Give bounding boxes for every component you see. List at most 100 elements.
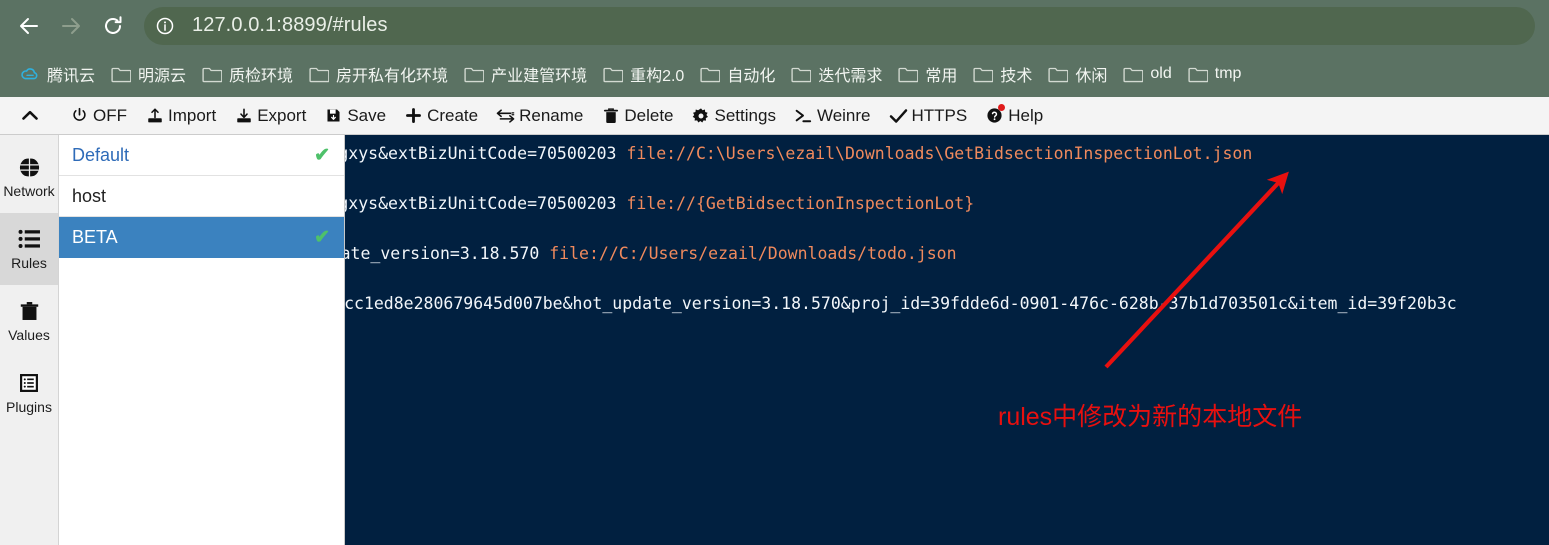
toolbar-save-button[interactable]: Save: [315, 101, 395, 131]
editor-line: tKey=extProcess&extValue=gxys&extBizUnit…: [345, 194, 974, 213]
bookmark-item[interactable]: 房开私有化环境: [301, 58, 456, 90]
editor-line-text: ken=d8c7821707cc1ed8e280679645d007be&hot…: [345, 294, 1457, 313]
terminal-icon: [794, 106, 813, 125]
folder-icon: [791, 64, 812, 84]
collapse-toolbar-button[interactable]: [14, 101, 61, 131]
bookmark-label: old: [1150, 65, 1172, 82]
folder-icon: [1123, 64, 1144, 84]
toolbar-weinre-button[interactable]: Weinre: [785, 101, 880, 131]
bookmark-item[interactable]: 质检环境: [194, 58, 301, 90]
bookmarks-bar: 腾讯云 明源云 质检环境 房开私有化环境 产业建管环境 重构2.0 自动化 迭代需求 常用 技术 休…: [0, 51, 1549, 97]
reload-button[interactable]: [94, 7, 132, 45]
bookmark-label: 房开私有化环境: [336, 68, 449, 85]
toolbar-help-button[interactable]: Help: [976, 101, 1052, 131]
bookmark-item[interactable]: 常用: [890, 58, 965, 90]
folder-icon: [603, 64, 624, 84]
folder-icon: [898, 64, 919, 84]
toolbar-item-label: Settings: [714, 105, 776, 125]
toolbar-item-label: HTTPS: [911, 105, 968, 125]
sidebar-rail: Network Rules Values Plugins: [0, 135, 59, 545]
help-notification-badge: [998, 103, 1006, 111]
editor-line: 0679645d007be&hot_update_version=3.18.57…: [345, 244, 957, 263]
trash-icon: [601, 106, 620, 125]
bookmark-item[interactable]: old: [1115, 58, 1179, 90]
clipboard-icon: [19, 299, 40, 323]
cloud-icon: [20, 64, 40, 84]
toolbar-delete-button[interactable]: Delete: [592, 101, 682, 131]
rule-list-item[interactable]: BETA ✔: [59, 217, 344, 258]
import-icon: [145, 106, 164, 125]
bookmark-item[interactable]: 技术: [965, 58, 1040, 90]
editor-line: ken=d8c7821707cc1ed8e280679645d007be&hot…: [345, 294, 1457, 313]
bookmark-label: 迭代需求: [818, 68, 883, 85]
gear-icon: [692, 106, 711, 125]
toolbar-item-label: Weinre: [816, 105, 871, 125]
toolbar-settings-button[interactable]: Settings: [683, 101, 785, 131]
forward-button[interactable]: [52, 7, 90, 45]
toolbar-item-label: Help: [1008, 105, 1044, 125]
list-icon: [18, 227, 41, 251]
rule-enabled-check-icon[interactable]: ✔: [314, 228, 330, 247]
globe-icon: [17, 155, 41, 179]
toolbar-item-label: OFF: [93, 105, 127, 125]
bookmark-item[interactable]: 自动化: [692, 58, 783, 90]
whistle-toolbar: OFF Import Export Save Create Rename Delete Set…: [0, 97, 1549, 135]
folder-icon: [1188, 64, 1208, 84]
rule-name: BETA: [72, 226, 118, 247]
bookmark-item[interactable]: tmp: [1180, 58, 1250, 90]
folder-icon: [202, 64, 223, 84]
arrow-left-icon: [20, 17, 38, 34]
chevron-up-icon: [20, 106, 39, 125]
rule-enabled-check-icon[interactable]: ✔: [314, 146, 330, 165]
folder-icon: [111, 64, 132, 84]
bookmark-item[interactable]: 腾讯云: [12, 58, 103, 90]
toolbar-item-label: Import: [168, 105, 217, 125]
bookmark-item[interactable]: 重构2.0: [595, 58, 692, 90]
address-bar[interactable]: 127.0.0.1:8899/#rules: [144, 6, 1535, 45]
sidebar-item-label: Network: [3, 183, 55, 199]
plus-icon: [404, 106, 423, 125]
toolbar-https-button[interactable]: HTTPS: [880, 101, 977, 131]
bookmark-item[interactable]: 休闲: [1040, 58, 1115, 90]
main-content: Network Rules Values Plugins Default ✔ host BE…: [0, 135, 1549, 545]
save-icon: [324, 106, 343, 125]
folder-icon: [464, 64, 485, 84]
info-circle-icon: [156, 17, 174, 34]
editor-line-text: 0679645d007be&hot_update_version=3.18.57…: [345, 244, 540, 263]
bookmark-item[interactable]: 产业建管环境: [456, 58, 595, 90]
toolbar-create-button[interactable]: Create: [395, 101, 487, 131]
sidebar-item-rules[interactable]: Rules: [0, 213, 58, 285]
check-icon: [889, 106, 908, 125]
bookmark-label: 技术: [1000, 68, 1033, 85]
sidebar-item-network[interactable]: Network: [0, 141, 58, 213]
rule-list-item[interactable]: Default ✔: [59, 135, 344, 176]
browser-window: 127.0.0.1:8899/#rules 腾讯云 明源云 质检环境 房开私有化环境 产…: [0, 0, 1549, 545]
rules-editor[interactable]: tKey=extProcess&extValue=gxys&extBizUnit…: [345, 135, 1549, 545]
sidebar-item-plugins[interactable]: Plugins: [0, 357, 58, 429]
site-info-button[interactable]: [148, 9, 182, 43]
rule-list-item[interactable]: host: [59, 176, 344, 217]
bookmark-label: 休闲: [1075, 68, 1108, 85]
editor-line-text: tKey=extProcess&extValue=gxys&extBizUnit…: [345, 194, 617, 213]
rules-list-panel: Default ✔ host BETA ✔: [59, 135, 345, 545]
editor-line-url: file://{GetBidsectionInspectionLot}: [626, 194, 975, 213]
sidebar-item-label: Plugins: [6, 399, 52, 415]
back-button[interactable]: [10, 7, 48, 45]
folder-icon: [309, 64, 330, 84]
bookmark-label: 腾讯云: [47, 68, 96, 85]
folder-icon: [1048, 64, 1069, 84]
rename-icon: [496, 106, 515, 125]
toolbar-export-button[interactable]: Export: [225, 101, 315, 131]
toolbar-import-button[interactable]: Import: [136, 101, 225, 131]
bookmark-item[interactable]: 迭代需求: [783, 58, 890, 90]
toolbar-item-label: Create: [427, 105, 479, 125]
toolbar-rename-button[interactable]: Rename: [487, 101, 592, 131]
sidebar-item-values[interactable]: Values: [0, 285, 58, 357]
address-bar-url: 127.0.0.1:8899/#rules: [192, 14, 388, 36]
sidebar-item-label: Rules: [11, 255, 47, 271]
annotation-text: rules中修改为新的本地文件: [998, 403, 1303, 431]
toolbar-off-button[interactable]: OFF: [61, 101, 136, 131]
editor-line: tKey=extProcess&extValue=gxys&extBizUnit…: [345, 144, 1252, 163]
bookmark-item[interactable]: 明源云: [103, 58, 194, 90]
toolbar-item-label: Save: [347, 105, 387, 125]
